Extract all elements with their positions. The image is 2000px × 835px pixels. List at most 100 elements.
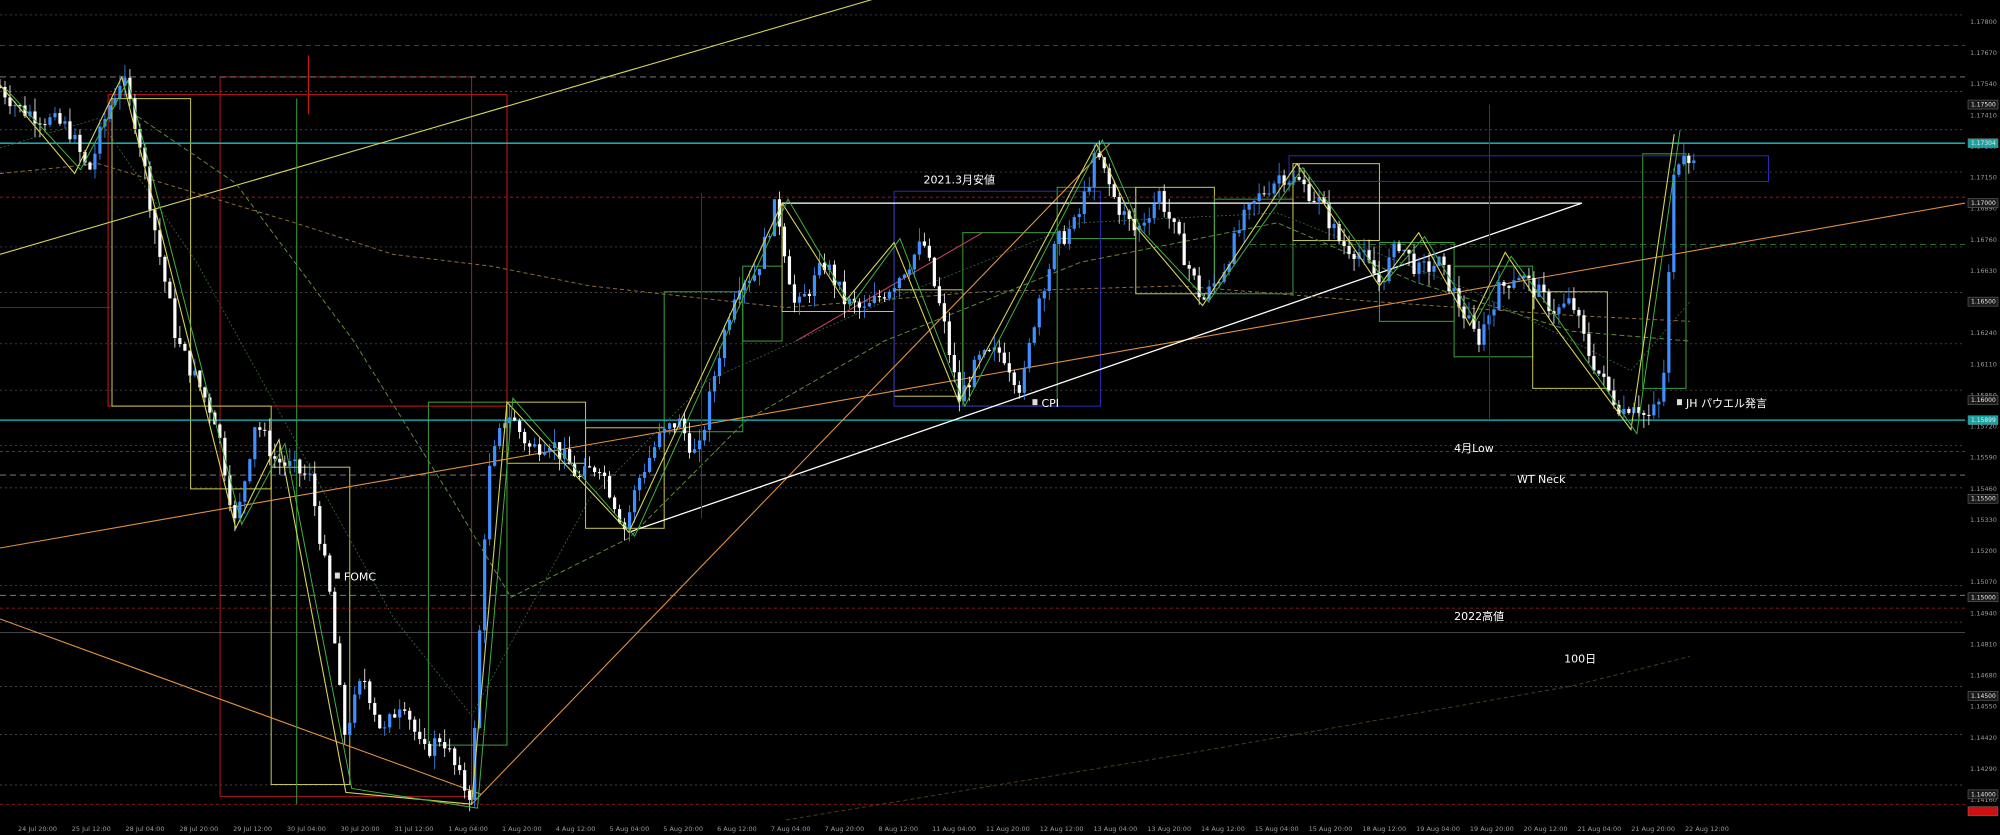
chart-svg[interactable]: 2021.3月安値 CPI FOMC JH パウエル発言 4月Low WT Neck 202… — [0, 0, 2000, 835]
time-tick: 11 Aug 04:00 — [932, 825, 976, 833]
candle-body — [1412, 253, 1416, 274]
time-tick: 7 Aug 04:00 — [771, 825, 811, 833]
trading-chart[interactable]: 2021.3月安値 CPI FOMC JH パウエル発言 4月Low WT Neck 202… — [0, 0, 2000, 835]
candle-body — [253, 427, 257, 460]
candle-body — [378, 714, 382, 729]
time-tick: 11 Aug 20:00 — [986, 825, 1030, 833]
candle-body — [418, 731, 422, 740]
candle-body — [493, 446, 497, 466]
candle-body — [1687, 155, 1691, 164]
candle-body — [393, 714, 397, 718]
candle-body — [897, 277, 901, 289]
time-tick: 14 Aug 12:00 — [1201, 825, 1245, 833]
candle-body — [1237, 230, 1241, 234]
candle-body — [1677, 164, 1681, 175]
candle-body — [1427, 261, 1431, 272]
candle-body — [877, 296, 881, 298]
candle-body — [1652, 404, 1656, 416]
candle-body — [1027, 342, 1031, 369]
price-grid — [0, 14, 1965, 786]
time-tick: 30 Jul 04:00 — [287, 825, 326, 833]
price-label: 1.16500 — [1971, 299, 1996, 306]
candle-body — [458, 765, 462, 771]
candle-body — [652, 447, 657, 458]
candles[interactable] — [0, 55, 1696, 812]
price-tick: 1.16110 — [1970, 360, 1997, 368]
event-icon — [1676, 399, 1682, 406]
annotation-label: FOMC — [344, 571, 376, 584]
candle-body — [293, 459, 297, 462]
candle-body — [667, 423, 672, 429]
candle-body — [1307, 184, 1311, 201]
candle-body — [602, 472, 607, 477]
price-label: 1.15500 — [1971, 496, 1996, 503]
candle-body — [343, 684, 347, 735]
price-tick: 1.17540 — [1970, 80, 1997, 88]
candle-body — [68, 121, 72, 140]
candle-body — [173, 298, 177, 338]
candle-body — [488, 465, 492, 540]
candle-body — [233, 505, 237, 519]
candle-body — [398, 709, 402, 718]
ma-short — [0, 117, 1691, 717]
candle-body — [1512, 280, 1516, 288]
candle-body — [243, 481, 247, 502]
candle-body — [1012, 372, 1016, 386]
candle-body — [857, 302, 862, 308]
candle-body — [1242, 209, 1246, 231]
candle-body — [947, 321, 951, 356]
candle-body — [448, 748, 452, 750]
price-axis[interactable]: 1.178001.176701.175401.174101.172801.171… — [1967, 18, 1999, 816]
candle-body — [587, 466, 592, 468]
time-tick: 30 Jul 20:00 — [341, 825, 380, 833]
price-tick: 1.17670 — [1970, 49, 1997, 57]
candle-body — [353, 694, 357, 723]
candle-body — [203, 387, 207, 398]
time-tick: 13 Aug 20:00 — [1147, 825, 1191, 833]
candle-body — [413, 719, 417, 732]
time-axis[interactable]: 24 Jul 20:00 25 Jul 12:00 28 Jul 04:00 28 J… — [18, 825, 1729, 833]
candle-body — [592, 467, 597, 473]
zone-box — [506, 401, 587, 464]
candle-body — [43, 124, 47, 126]
candle-body — [263, 429, 267, 431]
zone-box — [270, 466, 351, 786]
candle-body — [1332, 223, 1336, 229]
candle-body — [702, 429, 707, 441]
candle-body — [1352, 254, 1356, 259]
candle-body — [298, 459, 302, 474]
price-tick: 1.16760 — [1970, 236, 1997, 244]
candle-body — [1467, 315, 1471, 319]
candle-body — [1647, 414, 1651, 416]
time-tick: 5 Aug 20:00 — [663, 825, 703, 833]
candle-body — [807, 293, 812, 297]
candle-body — [88, 162, 92, 170]
price-tick: 1.14420 — [1970, 734, 1997, 742]
candle-body — [1017, 385, 1021, 393]
candle-body — [1527, 275, 1531, 278]
candle-body — [987, 350, 991, 352]
candle-body — [443, 742, 447, 749]
candle-body — [1157, 191, 1161, 204]
time-tick: 12 Aug 12:00 — [1040, 825, 1084, 833]
candle-body — [1192, 268, 1196, 276]
candle-body — [1082, 191, 1086, 215]
candle-body — [408, 710, 412, 720]
candle-body — [318, 506, 322, 544]
candle-body — [278, 458, 282, 463]
candle-body — [1097, 153, 1101, 158]
candle-body — [1052, 243, 1056, 270]
candle-body — [687, 433, 692, 453]
time-tick: 19 Aug 04:00 — [1416, 825, 1460, 833]
candle-body — [1247, 203, 1251, 210]
zigzag-green — [5, 79, 1681, 809]
candle-body — [1147, 218, 1151, 223]
candle-body — [1047, 269, 1051, 292]
candle-body — [892, 288, 896, 292]
annotation-label: CPI — [1041, 397, 1059, 410]
candle-body — [1312, 200, 1316, 202]
candle-body — [1587, 333, 1591, 356]
time-tick: 28 Jul 04:00 — [126, 825, 165, 833]
candle-body — [1327, 202, 1331, 229]
time-tick: 15 Aug 20:00 — [1309, 825, 1353, 833]
